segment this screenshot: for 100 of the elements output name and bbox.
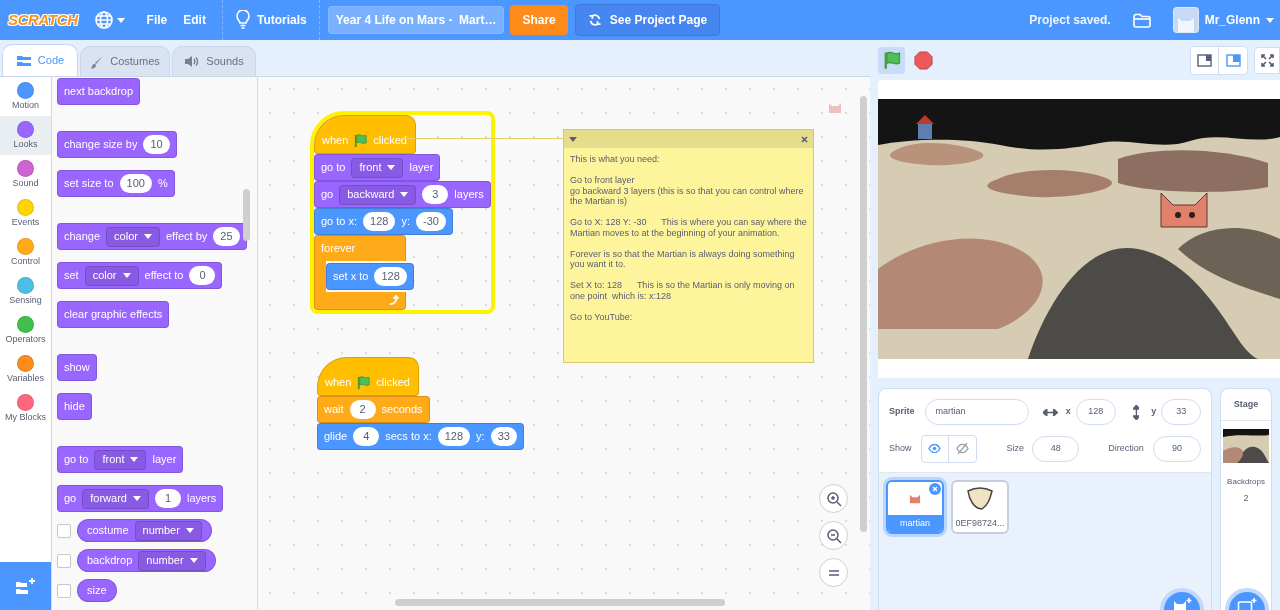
- horizontal-scrollbar[interactable]: [395, 599, 725, 606]
- number-input[interactable]: 128: [363, 212, 396, 231]
- block-text: hide: [64, 399, 85, 415]
- language-menu[interactable]: [93, 10, 125, 30]
- code-block[interactable]: go to front layer: [57, 446, 184, 473]
- editor-tab[interactable]: Costumes: [80, 46, 170, 76]
- zoom-in-button[interactable]: [819, 484, 848, 513]
- comment-note[interactable]: [563, 129, 814, 363]
- code-block[interactable]: wait 2 seconds: [317, 396, 430, 423]
- number-input[interactable]: 100: [119, 174, 152, 193]
- category-item[interactable]: Operators: [0, 311, 51, 350]
- category-label: Events: [11, 217, 40, 228]
- collapse-caret-icon[interactable]: [569, 136, 577, 142]
- checkbox[interactable]: [57, 553, 71, 568]
- category-item[interactable]: Variables: [0, 350, 51, 389]
- number-input[interactable]: 33: [490, 427, 517, 446]
- category-item[interactable]: My Blocks: [0, 389, 51, 428]
- code-block[interactable]: set size to 100 %: [57, 170, 175, 197]
- block-text: seconds: [381, 402, 423, 418]
- number-input[interactable]: 1: [154, 489, 181, 508]
- number-input[interactable]: 3: [422, 185, 449, 204]
- block-text: y:: [401, 214, 410, 230]
- reporter-block[interactable]: costume number: [77, 519, 212, 542]
- number-input[interactable]: -30: [416, 212, 446, 231]
- reporter-block[interactable]: backdrop number: [77, 549, 216, 572]
- code-block[interactable]: change color effect by 25: [57, 223, 247, 250]
- backdrop-count: 2: [1243, 492, 1249, 505]
- number-input[interactable]: 4: [353, 427, 380, 446]
- code-block[interactable]: go backward 3 layers: [314, 181, 491, 208]
- number-input[interactable]: 128: [437, 427, 471, 446]
- close-icon: [932, 486, 938, 492]
- palette-scrollbar[interactable]: [243, 189, 250, 241]
- close-icon[interactable]: [801, 135, 808, 143]
- category-item[interactable]: Sensing: [0, 272, 51, 311]
- reset-zoom-icon: [826, 567, 841, 578]
- dropdown-menu[interactable]: number: [134, 520, 202, 541]
- category-item[interactable]: Looks: [0, 116, 51, 155]
- block-text: go: [321, 187, 334, 203]
- category-item[interactable]: Sound: [0, 155, 51, 194]
- category-item[interactable]: Events: [0, 194, 51, 233]
- dropdown-menu[interactable]: number: [138, 550, 206, 571]
- block-text: set x to: [333, 269, 369, 285]
- code-block[interactable]: change size by 10: [57, 131, 177, 158]
- dropdown-menu[interactable]: color: [84, 265, 139, 286]
- dropdown-menu[interactable]: front: [351, 157, 404, 178]
- number-input[interactable]: 128: [374, 267, 407, 286]
- dropdown-menu[interactable]: forward: [82, 488, 149, 509]
- sprite-tile[interactable]: 0EF98724...: [951, 480, 1009, 534]
- code-block[interactable]: go to front layer: [314, 154, 441, 181]
- delete-sprite-button[interactable]: [929, 483, 941, 495]
- caret-icon: [122, 273, 131, 278]
- code-block[interactable]: set x to 128: [326, 263, 414, 290]
- category-item[interactable]: Motion: [0, 77, 51, 116]
- backdrop-thumbnail-drawing[interactable]: [1223, 429, 1269, 463]
- category-label: Sound: [12, 178, 39, 189]
- dropdown-menu[interactable]: backward: [339, 184, 417, 205]
- caret-icon: [185, 528, 194, 533]
- category-item[interactable]: Control: [0, 233, 51, 272]
- code-block[interactable]: hide: [57, 393, 92, 420]
- code-block[interactable]: next backdrop: [57, 78, 141, 105]
- folder-icon[interactable]: [1132, 12, 1151, 28]
- reporter-block[interactable]: size: [77, 579, 117, 602]
- code-block[interactable]: go forward 1 layers: [57, 485, 224, 512]
- normal-stage-layout-icon: [1225, 53, 1241, 67]
- number-input[interactable]: 2: [349, 400, 376, 419]
- code-block[interactable]: set color effect to 0: [57, 262, 223, 289]
- number-input[interactable]: 25: [213, 227, 240, 246]
- block-text: change: [64, 229, 101, 245]
- block-text: effect to: [144, 268, 184, 284]
- code-block[interactable]: show: [57, 354, 97, 381]
- picture-plus-icon: [1237, 598, 1257, 610]
- field-label: Direction: [1108, 441, 1144, 455]
- category-label: Motion: [12, 100, 39, 111]
- fullscreen-button[interactable]: [1254, 46, 1280, 74]
- block-text: clicked: [373, 132, 407, 148]
- zoom-out-button[interactable]: [819, 521, 848, 550]
- reset-zoom-button[interactable]: [819, 558, 848, 587]
- checkbox[interactable]: [57, 583, 71, 598]
- dropdown-menu[interactable]: front: [94, 449, 147, 470]
- add-extension-button[interactable]: [0, 562, 51, 610]
- code-block[interactable]: glide 4 secs to x: 128 y: 33: [317, 423, 524, 450]
- category-label: Operators: [5, 334, 46, 345]
- code-block[interactable]: go to x: 128 y: -30: [314, 208, 453, 235]
- code-block[interactable]: clear graphic effects: [57, 301, 170, 328]
- see-project-page-button[interactable]: See Project Page: [574, 4, 721, 36]
- extension-icon: [14, 577, 37, 595]
- dropdown-menu[interactable]: color: [106, 226, 160, 247]
- small-stage-layout-icon: [1197, 53, 1212, 67]
- number-input[interactable]: 0: [189, 266, 216, 285]
- paintbrush-icon: [90, 54, 105, 69]
- editor-tab[interactable]: Sounds: [172, 46, 256, 76]
- block-text: set: [64, 268, 79, 284]
- category-label: Sensing: [9, 295, 42, 306]
- run-button[interactable]: [878, 46, 905, 74]
- eye-icon: [928, 444, 941, 453]
- checkbox[interactable]: [57, 523, 71, 538]
- number-input[interactable]: 10: [143, 135, 170, 154]
- user-avatar[interactable]: [1172, 7, 1199, 33]
- block-text: change size by: [64, 137, 138, 153]
- vertical-scrollbar[interactable]: [860, 96, 867, 532]
